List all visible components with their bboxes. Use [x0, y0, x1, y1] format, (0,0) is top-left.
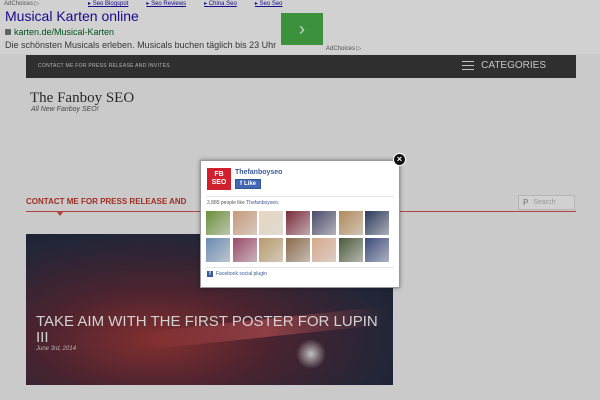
- fan-avatar[interactable]: [338, 211, 363, 235]
- fan-faces-grid: [206, 211, 396, 262]
- fb-page-name[interactable]: Thefanboyseo: [235, 169, 282, 176]
- fan-avatar[interactable]: [259, 237, 283, 262]
- page-logo[interactable]: FB SEO: [207, 168, 231, 190]
- fan-avatar[interactable]: [206, 211, 230, 235]
- fb-like-count: 2,889 people like Thefanboyseo.: [207, 200, 279, 206]
- fan-avatar[interactable]: [232, 237, 257, 262]
- fan-avatar[interactable]: [206, 237, 230, 262]
- fan-avatar[interactable]: [285, 237, 310, 262]
- fb-like-count-page[interactable]: Thefanboyseo.: [246, 200, 279, 206]
- fb-like-button[interactable]: f Like: [235, 179, 262, 189]
- fb-like-count-text: 2,889 people like: [207, 200, 245, 206]
- fan-avatar[interactable]: [312, 237, 336, 262]
- fb-social-plugin-link[interactable]: f Facebook social plugin: [207, 271, 267, 277]
- fan-avatar[interactable]: [232, 211, 257, 235]
- facebook-icon: f: [207, 271, 213, 277]
- fan-avatar[interactable]: [365, 211, 389, 235]
- fan-avatar[interactable]: [285, 211, 310, 235]
- facebook-icon: f: [240, 181, 242, 187]
- fan-avatar[interactable]: [338, 237, 363, 262]
- facebook-like-popup: FB SEO Thefanboyseo f Like 2,889 people …: [200, 160, 400, 288]
- fb-like-label: Like: [244, 181, 257, 187]
- fan-avatar[interactable]: [312, 211, 336, 235]
- fan-avatar[interactable]: [365, 237, 389, 262]
- divider: [206, 267, 394, 268]
- divider: [206, 196, 394, 197]
- fan-avatar[interactable]: [259, 211, 283, 235]
- close-icon[interactable]: ×: [393, 153, 406, 166]
- fb-plugin-label: Facebook social plugin: [216, 271, 267, 277]
